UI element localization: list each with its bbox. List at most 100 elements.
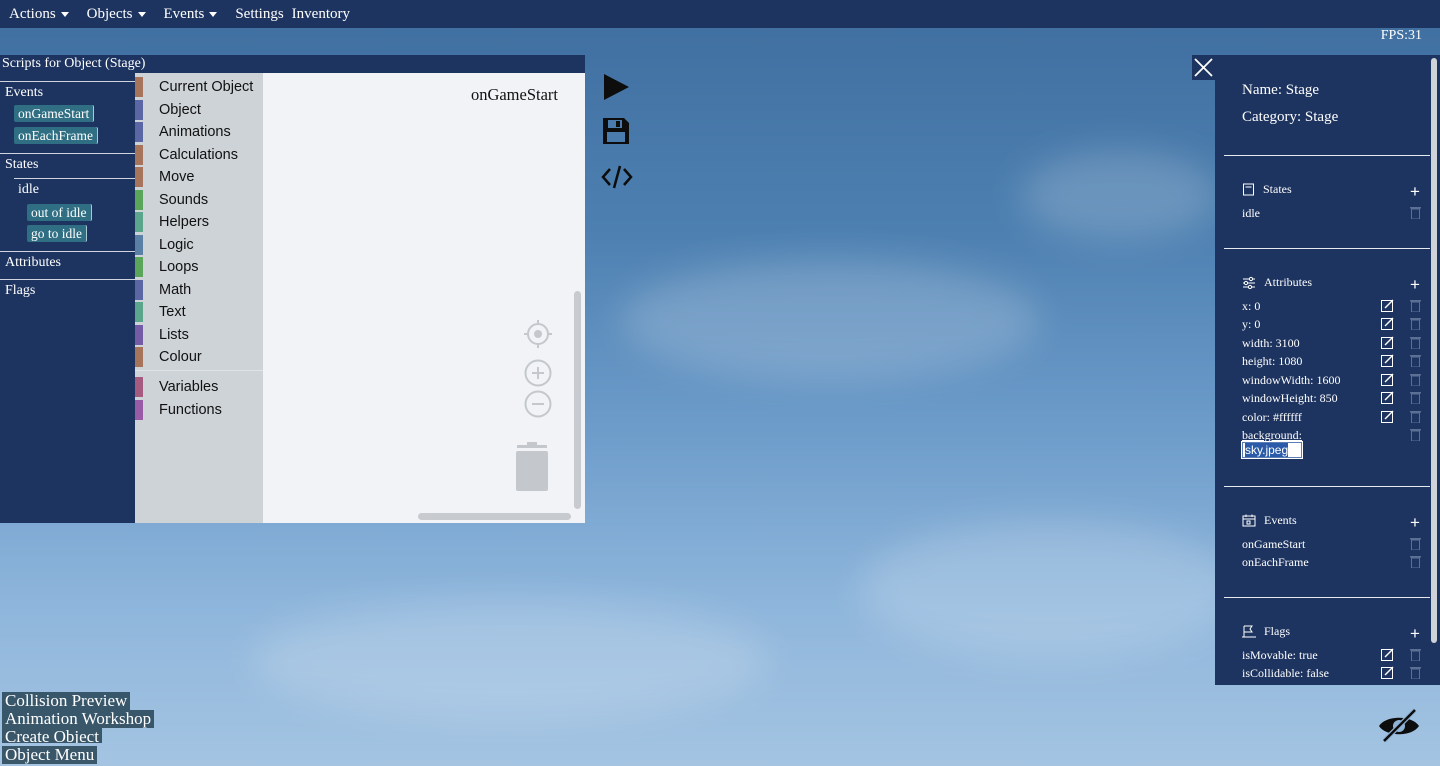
workspace-vertical-scrollbar[interactable] — [574, 291, 581, 509]
toolbox-category-calculations[interactable]: Calculations — [135, 144, 263, 167]
attribute-background-label[interactable]: background: — [1242, 428, 1302, 443]
attribute-item[interactable]: height: 1080 — [1242, 354, 1302, 369]
toolbox-category-loops[interactable]: Loops — [135, 256, 263, 279]
trash-icon[interactable] — [1410, 206, 1421, 219]
code-icon[interactable] — [601, 164, 633, 190]
state-event-go-to-idle[interactable]: go to idle — [27, 225, 87, 242]
flag-item[interactable]: isMovable: true — [1242, 648, 1318, 663]
block-workspace[interactable]: onGameStart — [263, 73, 585, 523]
add-flag-button[interactable]: + — [1410, 625, 1420, 642]
toolbox-category-move[interactable]: Move — [135, 166, 263, 189]
edit-icon[interactable] — [1381, 373, 1394, 386]
object-menu-button[interactable]: Object Menu — [2, 746, 98, 764]
trash-icon[interactable] — [1410, 373, 1421, 386]
edit-icon[interactable] — [1381, 336, 1394, 349]
attribute-item[interactable]: windowWidth: 1600 — [1242, 373, 1341, 388]
add-event-button[interactable]: + — [1410, 514, 1420, 531]
trash-icon[interactable] — [1410, 666, 1421, 679]
chevron-down-icon — [137, 11, 146, 17]
trash-icon[interactable] — [1410, 648, 1421, 661]
animation-workshop-button[interactable]: Animation Workshop — [2, 710, 155, 728]
category-color-bar — [135, 167, 143, 187]
collision-preview-button[interactable]: Collision Preview — [2, 692, 131, 710]
trash-icon[interactable] — [1410, 410, 1421, 423]
trash-icon[interactable] — [1410, 317, 1421, 330]
menu-actions[interactable]: Actions — [9, 6, 69, 23]
toolbox-category-animations[interactable]: Animations — [135, 121, 263, 144]
divider — [1224, 155, 1430, 156]
trash-icon[interactable] — [1410, 428, 1421, 441]
edit-icon[interactable] — [1381, 410, 1394, 423]
close-icon[interactable] — [1192, 55, 1215, 80]
category-color-bar — [135, 234, 143, 255]
toolbox-category-text[interactable]: Text — [135, 301, 263, 324]
flag-item[interactable]: isCollidable: false — [1242, 666, 1329, 681]
object-category: Category: Stage — [1242, 109, 1339, 125]
attribute-item[interactable]: width: 3100 — [1242, 336, 1300, 351]
sidebar-heading-events[interactable]: Events — [0, 81, 135, 101]
trash-icon[interactable] — [1410, 391, 1421, 404]
menu-settings[interactable]: Settings — [235, 6, 283, 23]
attribute-item[interactable]: color: #ffffff — [1242, 410, 1302, 425]
zoom-out-icon[interactable] — [524, 390, 552, 418]
chevron-down-icon — [209, 11, 218, 17]
attribute-item[interactable]: windowHeight: 850 — [1242, 391, 1338, 406]
edit-icon[interactable] — [1381, 299, 1394, 312]
state-item-idle[interactable]: idle — [1242, 206, 1260, 221]
script-event-ongamestart[interactable]: onGameStart — [14, 105, 95, 122]
sidebar-heading-states[interactable]: States — [0, 153, 135, 173]
sidebar-heading-attributes[interactable]: Attributes — [0, 251, 135, 271]
attribute-item[interactable]: x: 0 — [1242, 299, 1260, 314]
edit-icon[interactable] — [1381, 391, 1394, 404]
trash-icon[interactable] — [1410, 537, 1421, 550]
edit-icon[interactable] — [1381, 666, 1394, 679]
sidebar-heading-flags[interactable]: Flags — [0, 279, 135, 299]
trash-icon[interactable] — [1410, 336, 1421, 349]
state-event-out-of-idle[interactable]: out of idle — [27, 204, 92, 221]
trash-icon[interactable] — [513, 442, 551, 492]
eye-slash-icon[interactable] — [1376, 706, 1422, 746]
recenter-icon[interactable] — [523, 319, 553, 349]
create-object-button[interactable]: Create Object — [2, 728, 102, 743]
script-event-oneachframe[interactable]: onEachFrame — [14, 127, 98, 144]
toolbox-category-object[interactable]: Object — [135, 99, 263, 122]
toolbox-category-sounds[interactable]: Sounds — [135, 189, 263, 212]
toolbox-category-functions[interactable]: Functions — [135, 399, 263, 422]
background-value-input[interactable]: sky.jpeg — [1241, 441, 1303, 459]
zoom-in-icon[interactable] — [524, 359, 552, 387]
attributes-section-heading: Attributes — [1242, 275, 1312, 290]
attribute-item[interactable]: y: 0 — [1242, 317, 1260, 332]
trash-icon[interactable] — [1410, 354, 1421, 367]
properties-scrollbar[interactable] — [1431, 58, 1437, 643]
add-state-button[interactable]: + — [1410, 183, 1420, 200]
category-color-bar — [135, 99, 143, 120]
event-item[interactable]: onEachFrame — [1242, 555, 1309, 570]
category-color-bar — [135, 189, 143, 210]
trash-icon[interactable] — [1410, 555, 1421, 568]
toolbox-category-variables[interactable]: Variables — [135, 376, 263, 399]
category-color-bar — [135, 122, 143, 142]
menu-events[interactable]: Events — [164, 6, 218, 23]
trash-icon[interactable] — [1410, 299, 1421, 312]
edit-icon[interactable] — [1381, 354, 1394, 367]
toolbox-category-math[interactable]: Math — [135, 279, 263, 302]
category-color-bar — [135, 347, 143, 367]
toolbox-category-lists[interactable]: Lists — [135, 324, 263, 347]
edit-icon[interactable] — [1381, 317, 1394, 330]
menu-inventory[interactable]: Inventory — [292, 6, 350, 23]
menu-objects[interactable]: Objects — [87, 6, 146, 23]
event-item[interactable]: onGameStart — [1242, 537, 1305, 552]
workspace-horizontal-scrollbar[interactable] — [418, 513, 571, 520]
category-color-bar — [135, 377, 143, 397]
edit-icon[interactable] — [1381, 648, 1394, 661]
add-attribute-button[interactable]: + — [1410, 276, 1420, 293]
divider — [1224, 486, 1430, 487]
save-icon[interactable] — [601, 116, 631, 146]
toolbox-category-current-object[interactable]: Current Object — [135, 76, 263, 99]
play-icon[interactable] — [601, 72, 631, 102]
toolbox-category-logic[interactable]: Logic — [135, 234, 263, 257]
toolbox-category-helpers[interactable]: Helpers — [135, 211, 263, 234]
toolbox-category-colour[interactable]: Colour — [135, 346, 263, 369]
scripts-sidebar: Events onGameStart onEachFrame States id… — [0, 73, 135, 523]
sidebar-state-idle[interactable]: idle — [18, 182, 39, 198]
